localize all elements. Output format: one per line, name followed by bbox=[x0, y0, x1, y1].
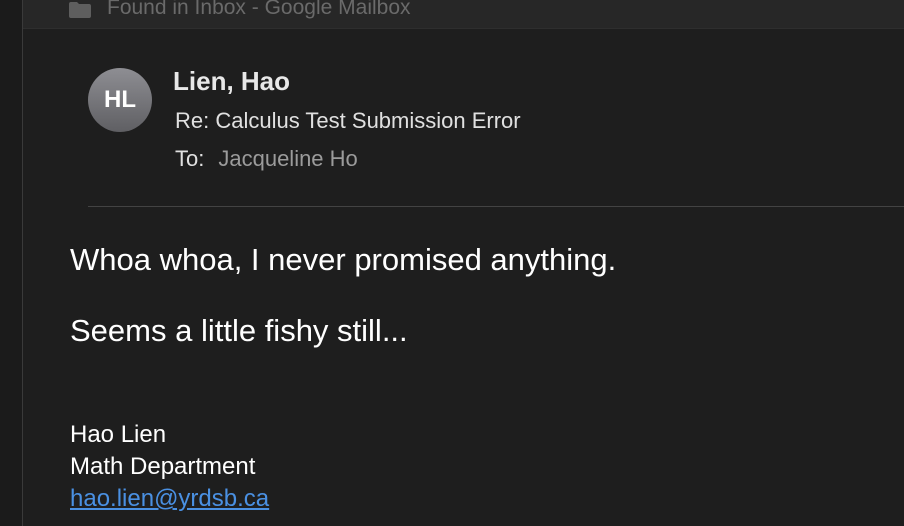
signature-department: Math Department bbox=[70, 453, 256, 480]
to-label: To: bbox=[175, 146, 205, 171]
signature-email-link[interactable]: hao.lien@yrdsb.ca bbox=[70, 485, 269, 513]
recipient-name[interactable]: Jacqueline Ho bbox=[218, 146, 357, 171]
message-body-line: Whoa whoa, I never promised anything. bbox=[70, 242, 617, 277]
sidebar-edge bbox=[0, 0, 23, 526]
avatar: HL bbox=[88, 68, 152, 132]
signature-name: Hao Lien bbox=[70, 421, 167, 448]
folder-icon bbox=[69, 2, 91, 18]
mail-window: Found in Inbox - Google Mailbox HL Lien,… bbox=[0, 0, 904, 526]
sender-name[interactable]: Lien, Hao bbox=[173, 66, 290, 97]
message-subject: Re: Calculus Test Submission Error bbox=[175, 108, 521, 133]
message-body-line: Seems a little fishy still... bbox=[70, 313, 408, 348]
recipient-row: To: Jacqueline Ho bbox=[175, 146, 358, 172]
mailbox-location-label[interactable]: Found in Inbox - Google Mailbox bbox=[107, 0, 411, 20]
header-divider bbox=[88, 206, 904, 207]
